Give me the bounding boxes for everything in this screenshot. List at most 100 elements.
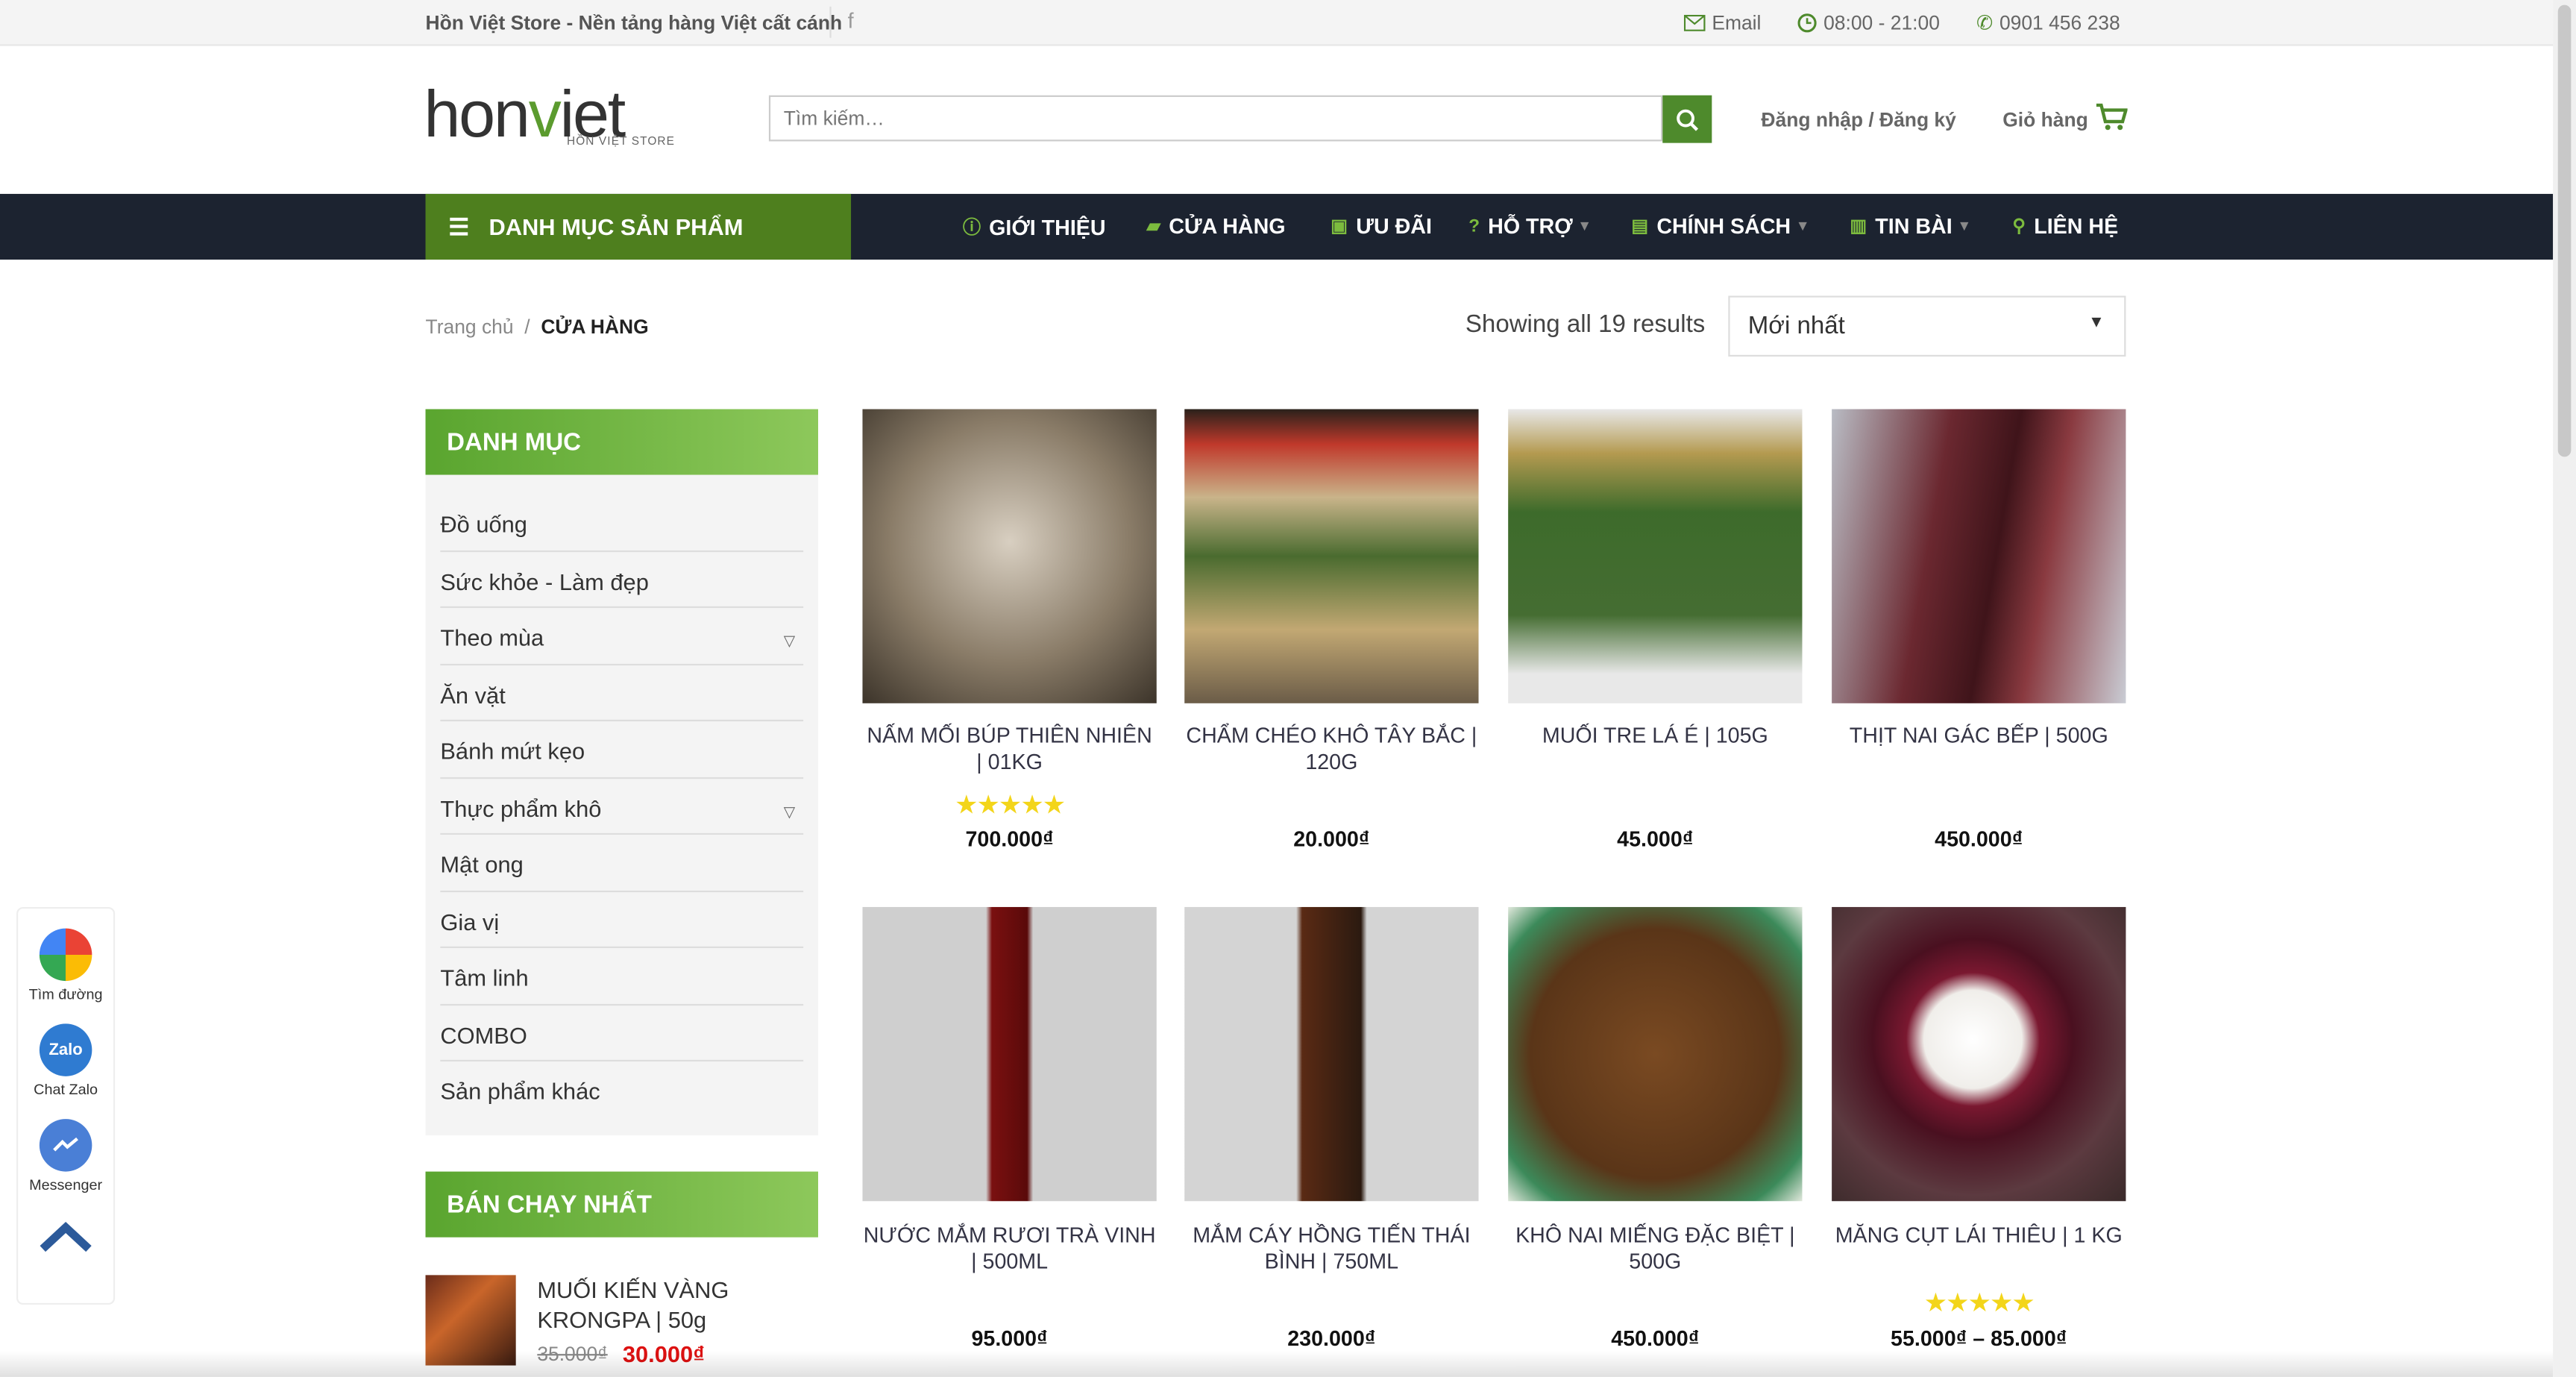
chevron-down-icon[interactable]: ▽ bbox=[784, 803, 795, 821]
map-icon bbox=[39, 928, 92, 982]
question-icon: ? bbox=[1468, 216, 1480, 236]
product-name[interactable]: CHẨM CHÉO KHÔ TÂY BẮC | 120g bbox=[1184, 723, 1478, 775]
result-count: Showing all 19 results bbox=[1465, 310, 1706, 339]
email-link[interactable]: Email bbox=[1683, 11, 1762, 35]
directions-button[interactable]: Tìm đường bbox=[18, 928, 113, 1003]
category-menu-button[interactable]: ☰ DANH MỤC SẢN PHẨM bbox=[425, 193, 852, 260]
divider bbox=[440, 832, 804, 835]
chevron-down-icon: ▾ bbox=[1580, 216, 1589, 233]
mail-icon bbox=[1683, 14, 1706, 31]
phone-icon: ✆ bbox=[1976, 11, 1994, 35]
nav-label: HỖ TRỢ bbox=[1488, 213, 1573, 239]
facebook-icon[interactable]: f bbox=[848, 8, 854, 33]
category-item[interactable]: Mật ong bbox=[440, 851, 1228, 877]
email-label: Email bbox=[1712, 11, 1762, 35]
chevron-down-icon: ▼ bbox=[2087, 313, 2105, 332]
product-image[interactable] bbox=[1184, 906, 1479, 1202]
nav-lien-he[interactable]: ⚲ LIÊN HỆ bbox=[2012, 213, 2118, 238]
bestseller-widget-title: BÁN CHẠY NHẤT bbox=[425, 1171, 818, 1238]
cart-link[interactable]: Giỏ hàng bbox=[2002, 108, 2088, 131]
location-icon: ⚲ bbox=[2012, 216, 2026, 237]
divider bbox=[829, 6, 832, 38]
nav-cua-hang[interactable]: ▰ CỬA HÀNG bbox=[1147, 213, 1286, 238]
floating-contact-bar: Tìm đường Zalo Chat Zalo Messenger bbox=[16, 906, 116, 1305]
nav-label: CỬA HÀNG bbox=[1169, 213, 1286, 239]
back-to-top-button[interactable] bbox=[18, 1221, 113, 1257]
product-image[interactable] bbox=[1508, 409, 1803, 703]
product-name[interactable]: THỊT NAI GÁC BẾP | 500g bbox=[1832, 723, 2126, 749]
logo-text-accent: v bbox=[528, 78, 562, 151]
site-tagline: Hồn Việt Store - Nền tảng hàng Việt cất … bbox=[425, 11, 843, 35]
product-image[interactable] bbox=[1832, 906, 2126, 1202]
divider bbox=[440, 719, 804, 722]
nav-ho-tro[interactable]: ? HỖ TRỢ ▾ bbox=[1468, 213, 1588, 238]
chevron-up-icon bbox=[40, 1221, 92, 1252]
category-list: Đồ uống Sức khỏe - Làm đẹp Theo mùa ▽ Ăn… bbox=[425, 474, 818, 1136]
breadcrumb-home[interactable]: Trang chủ bbox=[426, 316, 514, 339]
nav-label: GIỚI THIỆU bbox=[989, 214, 1106, 239]
search-button[interactable] bbox=[1662, 95, 1712, 143]
chevron-down-icon[interactable]: ▽ bbox=[784, 633, 795, 650]
chevron-down-icon: ▾ bbox=[1960, 216, 1968, 233]
cart-icon[interactable] bbox=[2096, 103, 2128, 131]
hours-label: 08:00 - 21:00 bbox=[1823, 11, 1940, 35]
product-name[interactable]: KHÔ NAI MIẾNG ĐẶC BIỆT | 500g bbox=[1508, 1223, 1802, 1275]
search-input[interactable] bbox=[770, 96, 1651, 140]
divider bbox=[440, 777, 804, 780]
newspaper-icon: ▥ bbox=[1850, 216, 1867, 237]
nav-gioi-thieu[interactable]: ⓘ GIỚI THIỆU bbox=[963, 213, 1106, 239]
nav-chinh-sach[interactable]: ▤ CHÍNH SÁCH ▾ bbox=[1631, 213, 1806, 238]
info-icon: ⓘ bbox=[962, 218, 981, 239]
login-link[interactable]: Đăng nhập / Đăng ký bbox=[1761, 108, 1955, 131]
product-price: 20.000₫ bbox=[1293, 826, 1370, 852]
phone-link[interactable]: ✆ 0901 456 238 bbox=[1976, 11, 2120, 34]
directions-label: Tìm đường bbox=[28, 985, 103, 1003]
site-header: honviet HỒN VIỆT STORE Đăng nhập / Đăng … bbox=[0, 46, 2554, 194]
divider bbox=[440, 1059, 804, 1062]
page-scrollbar[interactable] bbox=[2553, 0, 2576, 1377]
hamburger-icon: ☰ bbox=[448, 213, 470, 239]
zalo-icon-text: Zalo bbox=[48, 1041, 83, 1059]
nav-label: LIÊN HỆ bbox=[2034, 213, 2119, 239]
bottom-shadow bbox=[0, 1350, 2554, 1377]
product-image[interactable] bbox=[862, 906, 1157, 1202]
breadcrumb-separator: / bbox=[524, 315, 530, 339]
top-bar: Hồn Việt Store - Nền tảng hàng Việt cất … bbox=[0, 0, 2554, 46]
product-name[interactable]: NẤM MỐI BÚP THIÊN NHIÊN | 01Kg bbox=[862, 723, 1156, 775]
bestseller-product-name[interactable]: MUỐI KIẾN VÀNG KRONGPA | 50g bbox=[537, 1275, 799, 1334]
product-image[interactable] bbox=[1508, 906, 1803, 1202]
product-price: 700.000₫ bbox=[965, 826, 1054, 852]
product-image[interactable] bbox=[1832, 409, 2126, 703]
logo-text: hon bbox=[424, 78, 530, 151]
rating-stars: ★★★★★ bbox=[1923, 1290, 2035, 1318]
bag-icon: ▰ bbox=[1146, 216, 1161, 237]
product-image[interactable] bbox=[862, 409, 1157, 703]
product-price: 450.000₫ bbox=[1935, 826, 2023, 852]
document-icon: ▤ bbox=[1631, 216, 1649, 237]
search-icon bbox=[1677, 108, 1699, 131]
divider bbox=[440, 1003, 804, 1006]
zalo-button[interactable]: Zalo Chat Zalo bbox=[18, 1023, 113, 1097]
product-price: 450.000₫ bbox=[1611, 1326, 1700, 1351]
opening-hours: 08:00 - 21:00 bbox=[1797, 11, 1940, 34]
rating-stars: ★★★★★ bbox=[955, 791, 1066, 821]
product-name[interactable]: MĂNG CỤT LÁI THIÊU | 1 Kg bbox=[1832, 1223, 2126, 1249]
scrollbar-thumb[interactable] bbox=[2557, 4, 2572, 457]
breadcrumb: Trang chủ / CỬA HÀNG bbox=[426, 316, 649, 339]
sort-selected: Mới nhất bbox=[1747, 312, 1845, 340]
product-name[interactable]: MUỐI TRE LÁ É | 105g bbox=[1508, 723, 1802, 749]
product-name[interactable]: NƯỚC MẮM RƯƠI TRÀ VINH | 500ml bbox=[862, 1223, 1156, 1275]
product-image[interactable] bbox=[1184, 409, 1479, 703]
messenger-button[interactable]: Messenger bbox=[18, 1119, 113, 1193]
clock-icon bbox=[1797, 13, 1817, 33]
product-price: 230.000₫ bbox=[1287, 1326, 1376, 1351]
divider bbox=[440, 606, 804, 609]
nav-uu-dai[interactable]: ▣ ƯU ĐÃI bbox=[1331, 213, 1432, 238]
nav-label: TIN BÀI bbox=[1875, 213, 1953, 239]
nav-label: ƯU ĐÃI bbox=[1356, 213, 1432, 239]
nav-tin-bai[interactable]: ▥ TIN BÀI ▾ bbox=[1850, 213, 1967, 238]
category-widget-title: DANH MỤC bbox=[425, 409, 818, 475]
tag-icon: ▣ bbox=[1331, 216, 1348, 237]
product-name[interactable]: MẮM CÁY HỒNG TIẾN THÁI BÌNH | 750ml bbox=[1184, 1223, 1478, 1275]
sort-select[interactable]: Mới nhất ▼ bbox=[1728, 295, 2126, 357]
